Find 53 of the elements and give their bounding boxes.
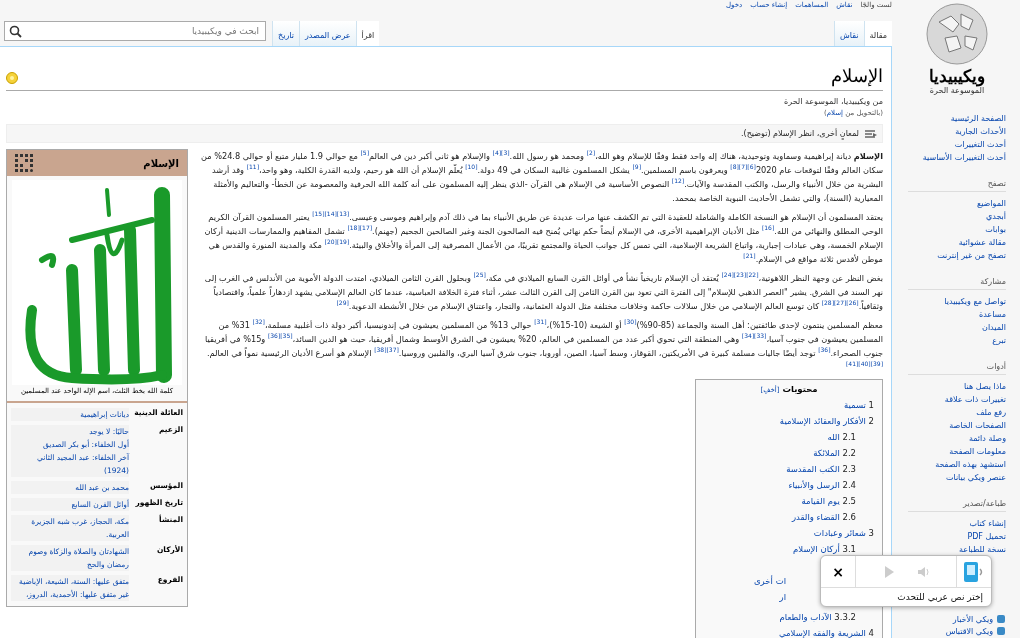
sidebar-link[interactable]: نسخة للطباعة [898, 543, 1006, 556]
sidebar-link[interactable]: الصفحة الرئيسية [898, 112, 1006, 125]
site-subtitle: من ويكيبيديا، الموسوعة الحرة [783, 97, 883, 106]
view-tab[interactable]: اقرأ [355, 21, 380, 46]
view-tab[interactable]: عرض المصدر [298, 21, 356, 46]
speaker-device-icon [963, 559, 985, 584]
sidebar-link[interactable]: أحدث التغييرات الأساسية [898, 151, 1006, 164]
disambiguation-icon [863, 127, 878, 140]
sidebar-link[interactable]: استشهد بهذه الصفحة [898, 458, 1006, 471]
emblem-icon [15, 154, 33, 172]
sidebar-link[interactable]: الصفحات الخاصة [898, 419, 1006, 432]
page-tab[interactable]: نقاش [834, 21, 864, 46]
toc-entry[interactable]: ات أخرى [753, 576, 786, 586]
article-title: الإسلام [831, 65, 883, 86]
sidebar-heading: تصفح [908, 175, 1006, 192]
sidebar-link[interactable]: تصفح من غير إنترنت [898, 249, 1006, 262]
sidebar-link[interactable]: تواصل مع ويكيبيديا [898, 295, 1006, 308]
sidebar-heading: مشاركة [908, 273, 1006, 290]
sidebar-link[interactable]: رفع ملف [898, 406, 1006, 419]
sidebar-heading: طباعة/تصدير [908, 495, 1006, 512]
sidebar-link[interactable]: ويكي الاقتباس [945, 624, 993, 638]
sidebar-link[interactable]: تبرع [898, 334, 1006, 347]
close-button[interactable]: × [821, 556, 855, 587]
view-tab[interactable]: تاريخ [272, 21, 299, 46]
sidebar-link[interactable]: معلومات الصفحة [898, 445, 1006, 458]
sidebar-link[interactable]: إنشاء كتاب [898, 517, 1006, 530]
popup-message: إختر نص عربي للتحدث [896, 591, 984, 605]
search-icon [9, 25, 22, 38]
globe-logo-icon [925, 2, 989, 66]
sidebar-link[interactable]: وصلة دائمة [898, 432, 1006, 445]
sidebar-link[interactable]: ويكي الأخبار [952, 612, 993, 626]
sidebar-link[interactable]: بوابات [898, 223, 1006, 236]
hatnote-text: لمعانٍ أخرى، انظر الإسلام (توضيح). [741, 129, 859, 138]
sidebar-link[interactable]: الأحداث الجارية [898, 125, 1006, 138]
sidebar-link[interactable]: أحدث التغييرات [898, 138, 1006, 151]
sidebar-heading: أدوات [908, 358, 1006, 375]
toc-heading: محتويات [782, 384, 818, 394]
search-field[interactable]: ابحث في ويكيبيديا [4, 21, 266, 41]
sidebar-link[interactable]: المواضيع [898, 197, 1006, 210]
page-tab[interactable]: مقالة [863, 21, 892, 46]
sidebar-link[interactable]: تحميل PDF [898, 530, 1006, 543]
site-name: ويكيبيديا [929, 66, 985, 86]
sidebar-link[interactable]: مقالة عشوائية [898, 236, 1006, 249]
sidebar-link[interactable]: الميدان [898, 321, 1006, 334]
toc-entry[interactable]: ار [779, 592, 786, 602]
volume-icon [916, 564, 930, 579]
infobox-title: الإسلام [143, 157, 179, 169]
sidebar-link[interactable]: تغييرات ذات علاقة [898, 393, 1006, 406]
sidebar-link[interactable]: أبجدي [898, 210, 1006, 223]
sidebar-link[interactable]: عنصر ويكي بيانات [898, 471, 1006, 484]
sidebar-link[interactable]: مساعدة [898, 308, 1006, 321]
sidebar-link[interactable]: ماذا يصل هنا [898, 380, 1006, 393]
site-tagline: الموسوعة الحرة [929, 86, 985, 95]
